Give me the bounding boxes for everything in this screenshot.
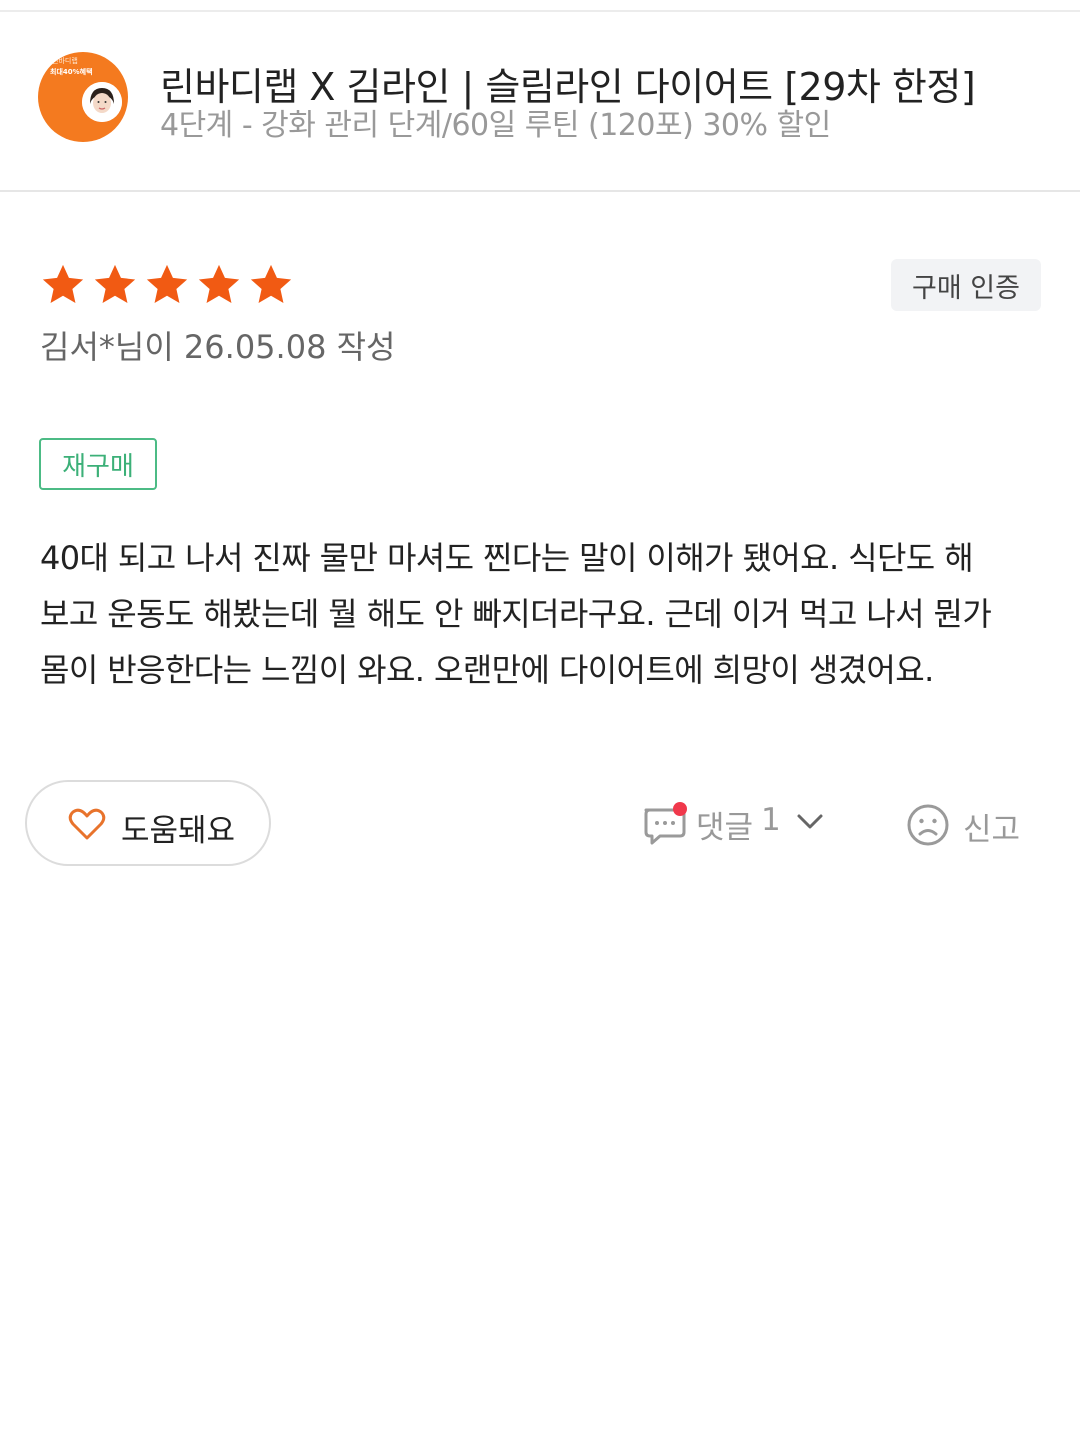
helpful-button[interactable]: 도움돼요	[25, 780, 271, 866]
report-label: 신고	[963, 812, 1021, 848]
star-icon	[94, 264, 136, 304]
sad-face-icon	[905, 802, 951, 852]
helpful-label: 도움돼요	[121, 813, 236, 849]
star-icon	[146, 264, 188, 304]
verified-purchase-badge: 구매 인증	[891, 259, 1041, 311]
repurchase-tag: 재구매	[39, 438, 157, 490]
review-text-line: 보고 운동도 해봤는데 뭘 해도 안 빠지더라구요. 근데 이거 먹고 나서 뭔…	[40, 595, 992, 633]
star-icon	[42, 264, 84, 304]
review-text-line: 40대 되고 나서 진짜 물만 마셔도 찐다는 말이 이해가 됐어요. 식단도 …	[40, 539, 974, 577]
product-option: 4단계 - 강화 관리 단계/60일 루틴 (120포) 30% 할인	[160, 108, 831, 143]
heart-icon	[67, 804, 107, 848]
review-author-date: 김서*님이 26.05.08 작성	[40, 328, 396, 366]
product-header[interactable]: 린바디랩 최대40%혜택 린바디랩 X 김라인 | 슬림라인 다이어트 [29차…	[0, 12, 1080, 192]
rating-stars	[40, 262, 294, 308]
comment-label: 댓글	[696, 810, 754, 846]
star-icon	[198, 264, 240, 304]
thumbnail-promo-text: 최대40%혜택	[50, 68, 93, 76]
comment-count: 1	[761, 802, 781, 838]
chevron-down-icon[interactable]	[796, 812, 824, 836]
model-portrait	[82, 82, 122, 122]
review-text: 40대 되고 나서 진짜 물만 마셔도 찐다는 말이 이해가 됐어요. 식단도 …	[40, 530, 1050, 698]
review-text-line: 몸이 반응한다는 느낌이 와요. 오랜만에 다이어트에 희망이 생겼어요.	[40, 651, 934, 689]
thumbnail-brand-text: 린바디랩	[52, 57, 78, 65]
comment-icon	[640, 800, 690, 852]
star-icon	[250, 264, 292, 304]
product-thumbnail[interactable]: 린바디랩 최대40%혜택	[38, 52, 128, 142]
